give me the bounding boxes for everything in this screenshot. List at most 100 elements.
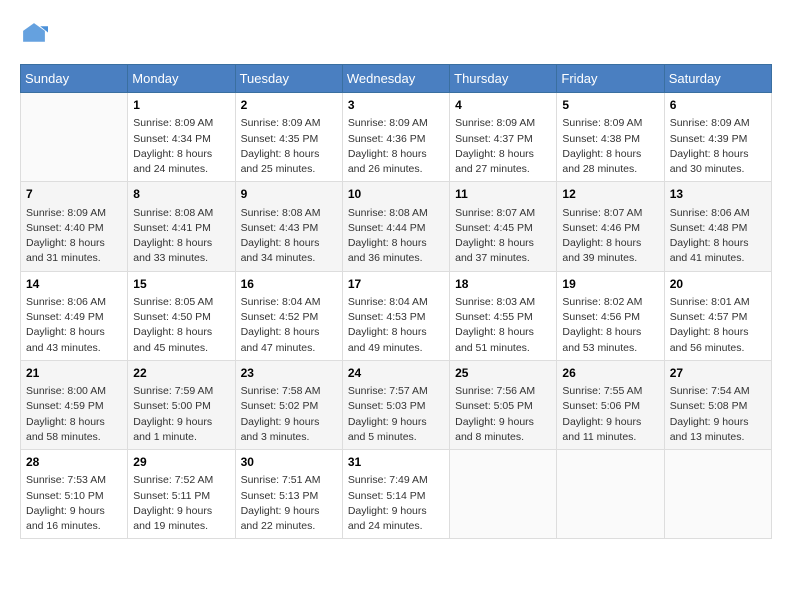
day-info: Sunrise: 8:09 AM Sunset: 4:38 PM Dayligh… <box>562 116 658 177</box>
calendar-cell: 9Sunrise: 8:08 AM Sunset: 4:43 PM Daylig… <box>235 182 342 271</box>
day-number: 17 <box>348 276 444 293</box>
day-number: 4 <box>455 97 551 114</box>
day-info: Sunrise: 7:58 AM Sunset: 5:02 PM Dayligh… <box>241 384 337 445</box>
day-number: 25 <box>455 365 551 382</box>
calendar-cell: 27 Sunrise: 7:54 AM Sunset: 5:08 PM Dayli… <box>664 360 771 449</box>
calendar-cell: 19 Sunrise: 8:02 AM Sunset: 4:56 PM Dayli… <box>557 271 664 360</box>
day-info: Sunrise: 8:00 AM Sunset: 4:59 PM Dayligh… <box>26 384 122 445</box>
day-info: Sunrise: 7:49 AM Sunset: 5:14 PM Dayligh… <box>348 473 444 534</box>
calendar-week-row: 1 Sunrise: 8:09 AM Sunset: 4:34 PM Daylig… <box>21 93 772 182</box>
day-info: Sunrise: 7:54 AM Sunset: 5:08 PM Dayligh… <box>670 384 766 445</box>
calendar-cell: 23 Sunrise: 7:58 AM Sunset: 5:02 PM Dayli… <box>235 360 342 449</box>
page-header <box>20 20 772 48</box>
day-number: 29 <box>133 454 229 471</box>
calendar-cell: 25Sunrise: 7:56 AM Sunset: 5:05 PM Dayli… <box>450 360 557 449</box>
day-info: Sunrise: 8:01 AM Sunset: 4:57 PM Dayligh… <box>670 295 766 356</box>
weekday-header-saturday: Saturday <box>664 65 771 93</box>
day-info: Sunrise: 7:57 AM Sunset: 5:03 PM Dayligh… <box>348 384 444 445</box>
day-number: 27 <box>670 365 766 382</box>
day-number: 19 <box>562 276 658 293</box>
calendar-cell: 11Sunrise: 8:07 AM Sunset: 4:45 PM Dayli… <box>450 182 557 271</box>
day-number: 7 <box>26 186 122 203</box>
day-number: 1 <box>133 97 229 114</box>
day-number: 10 <box>348 186 444 203</box>
day-number: 18 <box>455 276 551 293</box>
day-info: Sunrise: 8:03 AM Sunset: 4:55 PM Dayligh… <box>455 295 551 356</box>
day-number: 8 <box>133 186 229 203</box>
day-number: 15 <box>133 276 229 293</box>
calendar-cell: 28 Sunrise: 7:53 AM Sunset: 5:10 PM Dayli… <box>21 450 128 539</box>
calendar-cell: 18 Sunrise: 8:03 AM Sunset: 4:55 PM Dayli… <box>450 271 557 360</box>
calendar-cell: 3 Sunrise: 8:09 AM Sunset: 4:36 PM Daylig… <box>342 93 449 182</box>
calendar-cell: 8 Sunrise: 8:08 AM Sunset: 4:41 PM Daylig… <box>128 182 235 271</box>
day-number: 22 <box>133 365 229 382</box>
day-info: Sunrise: 8:09 AM Sunset: 4:36 PM Dayligh… <box>348 116 444 177</box>
calendar-cell: 26 Sunrise: 7:55 AM Sunset: 5:06 PM Dayli… <box>557 360 664 449</box>
calendar-cell: 29 Sunrise: 7:52 AM Sunset: 5:11 PM Dayli… <box>128 450 235 539</box>
calendar-cell: 14 Sunrise: 8:06 AM Sunset: 4:49 PM Dayli… <box>21 271 128 360</box>
day-info: Sunrise: 7:55 AM Sunset: 5:06 PM Dayligh… <box>562 384 658 445</box>
day-info: Sunrise: 8:08 AM Sunset: 4:44 PM Dayligh… <box>348 206 444 267</box>
day-info: Sunrise: 7:51 AM Sunset: 5:13 PM Dayligh… <box>241 473 337 534</box>
calendar-cell <box>21 93 128 182</box>
day-info: Sunrise: 8:02 AM Sunset: 4:56 PM Dayligh… <box>562 295 658 356</box>
weekday-header-thursday: Thursday <box>450 65 557 93</box>
day-info: Sunrise: 8:05 AM Sunset: 4:50 PM Dayligh… <box>133 295 229 356</box>
calendar-cell: 7Sunrise: 8:09 AM Sunset: 4:40 PM Daylig… <box>21 182 128 271</box>
day-info: Sunrise: 8:06 AM Sunset: 4:48 PM Dayligh… <box>670 206 766 267</box>
day-info: Sunrise: 8:04 AM Sunset: 4:53 PM Dayligh… <box>348 295 444 356</box>
weekday-header-sunday: Sunday <box>21 65 128 93</box>
calendar-table: SundayMondayTuesdayWednesdayThursdayFrid… <box>20 64 772 539</box>
day-number: 13 <box>670 186 766 203</box>
calendar-cell: 4 Sunrise: 8:09 AM Sunset: 4:37 PM Daylig… <box>450 93 557 182</box>
weekday-header-friday: Friday <box>557 65 664 93</box>
weekday-header-row: SundayMondayTuesdayWednesdayThursdayFrid… <box>21 65 772 93</box>
day-number: 16 <box>241 276 337 293</box>
calendar-cell: 12Sunrise: 8:07 AM Sunset: 4:46 PM Dayli… <box>557 182 664 271</box>
calendar-cell: 10 Sunrise: 8:08 AM Sunset: 4:44 PM Dayli… <box>342 182 449 271</box>
day-number: 24 <box>348 365 444 382</box>
day-number: 3 <box>348 97 444 114</box>
weekday-header-monday: Monday <box>128 65 235 93</box>
calendar-week-row: 7Sunrise: 8:09 AM Sunset: 4:40 PM Daylig… <box>21 182 772 271</box>
day-number: 6 <box>670 97 766 114</box>
calendar-cell: 22 Sunrise: 7:59 AM Sunset: 5:00 PM Dayli… <box>128 360 235 449</box>
calendar-header: SundayMondayTuesdayWednesdayThursdayFrid… <box>21 65 772 93</box>
day-number: 2 <box>241 97 337 114</box>
day-number: 12 <box>562 186 658 203</box>
calendar-week-row: 14 Sunrise: 8:06 AM Sunset: 4:49 PM Dayli… <box>21 271 772 360</box>
day-info: Sunrise: 8:09 AM Sunset: 4:34 PM Dayligh… <box>133 116 229 177</box>
day-number: 14 <box>26 276 122 293</box>
day-info: Sunrise: 8:08 AM Sunset: 4:43 PM Dayligh… <box>241 206 337 267</box>
day-info: Sunrise: 7:59 AM Sunset: 5:00 PM Dayligh… <box>133 384 229 445</box>
calendar-cell: 15 Sunrise: 8:05 AM Sunset: 4:50 PM Dayli… <box>128 271 235 360</box>
day-number: 23 <box>241 365 337 382</box>
day-info: Sunrise: 8:09 AM Sunset: 4:37 PM Dayligh… <box>455 116 551 177</box>
calendar-cell: 20 Sunrise: 8:01 AM Sunset: 4:57 PM Dayli… <box>664 271 771 360</box>
day-info: Sunrise: 8:09 AM Sunset: 4:39 PM Dayligh… <box>670 116 766 177</box>
calendar-cell: 30 Sunrise: 7:51 AM Sunset: 5:13 PM Dayli… <box>235 450 342 539</box>
day-info: Sunrise: 8:09 AM Sunset: 4:35 PM Dayligh… <box>241 116 337 177</box>
day-info: Sunrise: 8:07 AM Sunset: 4:45 PM Dayligh… <box>455 206 551 267</box>
day-number: 20 <box>670 276 766 293</box>
calendar-cell: 31Sunrise: 7:49 AM Sunset: 5:14 PM Dayli… <box>342 450 449 539</box>
day-info: Sunrise: 7:53 AM Sunset: 5:10 PM Dayligh… <box>26 473 122 534</box>
day-number: 26 <box>562 365 658 382</box>
calendar-cell: 16 Sunrise: 8:04 AM Sunset: 4:52 PM Dayli… <box>235 271 342 360</box>
calendar-cell <box>664 450 771 539</box>
day-info: Sunrise: 8:08 AM Sunset: 4:41 PM Dayligh… <box>133 206 229 267</box>
day-info: Sunrise: 8:04 AM Sunset: 4:52 PM Dayligh… <box>241 295 337 356</box>
calendar-cell: 5Sunrise: 8:09 AM Sunset: 4:38 PM Daylig… <box>557 93 664 182</box>
day-info: Sunrise: 7:52 AM Sunset: 5:11 PM Dayligh… <box>133 473 229 534</box>
calendar-week-row: 28 Sunrise: 7:53 AM Sunset: 5:10 PM Dayli… <box>21 450 772 539</box>
day-number: 30 <box>241 454 337 471</box>
logo-icon <box>20 20 48 48</box>
day-number: 28 <box>26 454 122 471</box>
calendar-cell: 13 Sunrise: 8:06 AM Sunset: 4:48 PM Dayli… <box>664 182 771 271</box>
day-number: 21 <box>26 365 122 382</box>
day-info: Sunrise: 8:06 AM Sunset: 4:49 PM Dayligh… <box>26 295 122 356</box>
weekday-header-wednesday: Wednesday <box>342 65 449 93</box>
weekday-header-tuesday: Tuesday <box>235 65 342 93</box>
calendar-cell <box>450 450 557 539</box>
calendar-cell: 2 Sunrise: 8:09 AM Sunset: 4:35 PM Daylig… <box>235 93 342 182</box>
